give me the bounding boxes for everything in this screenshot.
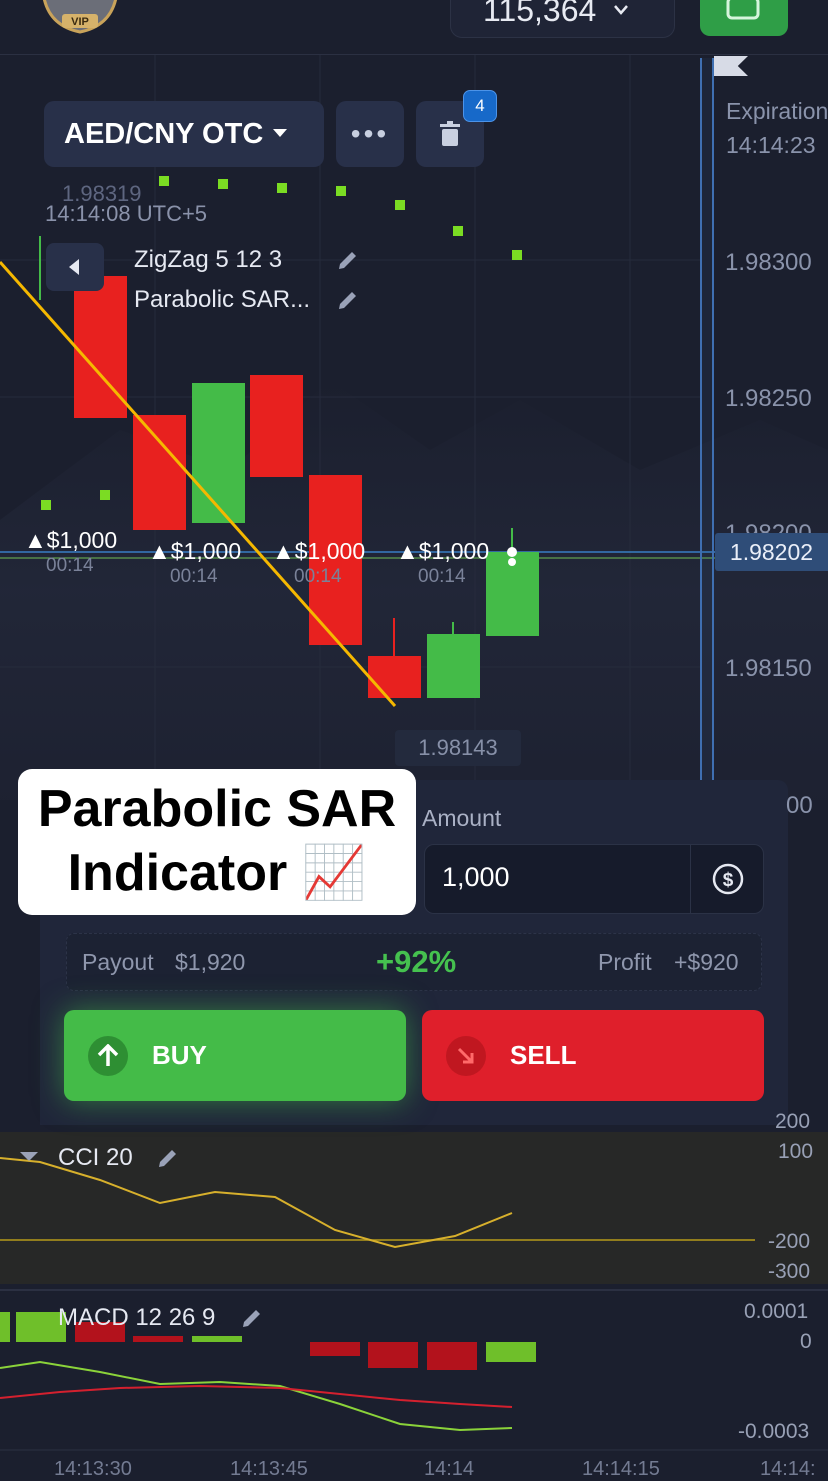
macd-bar — [0, 1312, 10, 1342]
payout-value: $1,920 — [175, 949, 246, 975]
chart-emoji-icon: 📈 — [301, 844, 367, 902]
indicator-count-badge: 4 — [463, 90, 497, 122]
caption-line1: Parabolic SAR — [37, 780, 397, 838]
payout-percent: +92% — [376, 944, 457, 979]
balance-value: 115,364 — [483, 0, 597, 28]
caption-line2: Indicator 📈 — [18, 841, 416, 905]
trade-marker-time: 00:14 — [294, 566, 342, 587]
collapse-indicators-button[interactable] — [46, 243, 104, 291]
sar-dot — [453, 226, 463, 236]
wallet-icon — [726, 0, 760, 20]
macd-bar — [133, 1336, 183, 1342]
sar-dot — [100, 490, 110, 500]
dollar-circle-icon: $ — [712, 863, 743, 895]
macd-bar — [310, 1342, 360, 1356]
time-axis-label: 14:13:45 — [230, 1458, 308, 1480]
caret-down-icon — [273, 129, 288, 137]
low-price-tag: 1.98143 — [395, 730, 521, 766]
expiration-title: Expiration — [726, 98, 828, 124]
candle — [250, 375, 303, 477]
cci-axis-label: -300 — [768, 1260, 811, 1283]
trade-marker-amount[interactable]: ▲$1,000 — [396, 538, 489, 565]
trade-marker-amount[interactable]: ▲$1,000 — [272, 538, 365, 565]
sell-button[interactable]: SELL — [422, 1010, 764, 1101]
candle — [368, 656, 421, 698]
price-axis-label: 1.98250 — [725, 385, 812, 412]
svg-text:$: $ — [722, 870, 733, 891]
chevron-down-icon — [614, 5, 629, 15]
macd-bar — [368, 1342, 418, 1368]
sar-dot — [277, 183, 287, 193]
wallet-button[interactable] — [700, 0, 788, 36]
amount-label: Amount — [422, 805, 502, 831]
more-options-button[interactable]: ••• — [336, 101, 404, 167]
profit-value: +$920 — [674, 949, 739, 975]
time-readout: 14:14:08 UTC+5 — [45, 201, 208, 226]
caption-line2-text: Indicator — [67, 844, 288, 902]
trash-icon — [440, 121, 460, 146]
sar-dot — [159, 176, 169, 186]
price-axis-label-partial: 00 — [786, 792, 813, 819]
arrow-down-right-icon — [446, 1035, 486, 1076]
indicator-sar-label[interactable]: Parabolic SAR... — [134, 286, 310, 314]
chevron-left-icon — [69, 259, 79, 275]
sar-dot — [336, 186, 346, 196]
macd-axis-label: 0.0001 — [744, 1300, 809, 1323]
currency-toggle[interactable]: $ — [690, 845, 764, 913]
cci-label[interactable]: CCI 20 — [58, 1144, 133, 1172]
price-axis-label: 1.98150 — [725, 655, 812, 682]
video-caption: Parabolic SAR Indicator 📈 — [18, 769, 416, 915]
edit-cci-icon[interactable] — [156, 1146, 180, 1170]
asset-name: AED/CNY OTC — [64, 117, 264, 150]
top-divider — [0, 54, 828, 55]
macd-bar — [427, 1342, 477, 1370]
time-axis-label: 14:14:15 — [582, 1458, 660, 1480]
payout-label: Payout — [82, 949, 154, 975]
macd-bar — [192, 1336, 242, 1342]
expiration-line — [700, 58, 714, 780]
edit-macd-icon[interactable] — [240, 1306, 264, 1330]
time-axis-label: 14:14: — [760, 1458, 816, 1480]
cci-axis-label: 200 — [775, 1110, 811, 1133]
buy-label: BUY — [152, 1040, 207, 1070]
cci-axis-label: -200 — [768, 1230, 811, 1253]
profit-label: Profit — [598, 949, 652, 975]
asset-selector[interactable]: AED/CNY OTC — [44, 101, 324, 167]
svg-text:VIP: VIP — [71, 16, 89, 28]
sar-dot — [41, 500, 51, 510]
macd-axis-label: -0.0003 — [738, 1420, 810, 1443]
sar-dot — [512, 250, 522, 260]
trade-marker-time: 00:14 — [418, 566, 466, 587]
macd-bar — [486, 1342, 536, 1362]
macd-axis-label: 0 — [800, 1330, 812, 1353]
indicator-zigzag-label[interactable]: ZigZag 5 12 3 — [134, 246, 282, 274]
current-price-tag: 1.98202 — [715, 533, 828, 571]
sar-dot — [218, 179, 228, 189]
amount-value[interactable]: 1,000 — [442, 862, 510, 893]
trade-marker-amount[interactable]: ▲$1,000 — [24, 527, 117, 554]
price-axis-label: 1.98300 — [725, 249, 812, 276]
edit-sar-icon[interactable] — [336, 288, 360, 312]
candle — [192, 383, 245, 523]
collapse-triangle-icon[interactable] — [20, 1150, 38, 1162]
cci-axis-label: 100 — [778, 1140, 814, 1163]
trade-marker-time: 00:14 — [170, 566, 218, 587]
sar-dot — [395, 200, 405, 210]
edit-zigzag-icon[interactable] — [336, 248, 360, 272]
buy-button[interactable]: BUY — [64, 1010, 406, 1101]
arrow-up-icon — [88, 1035, 128, 1076]
time-axis-label: 14:13:30 — [54, 1458, 132, 1480]
candle — [427, 634, 480, 698]
balance-display[interactable]: 115,364 — [450, 0, 675, 38]
macd-label[interactable]: MACD 12 26 9 — [58, 1304, 215, 1332]
expiration-time: 14:14:23 — [726, 132, 816, 158]
trade-marker-time: 00:14 — [46, 555, 94, 576]
candle — [133, 415, 186, 530]
vip-badge-icon[interactable]: VIP — [40, 0, 120, 34]
sell-label: SELL — [510, 1040, 577, 1070]
trade-marker-amount[interactable]: ▲$1,000 — [148, 538, 241, 565]
time-axis-label: 14:14 — [424, 1458, 475, 1480]
